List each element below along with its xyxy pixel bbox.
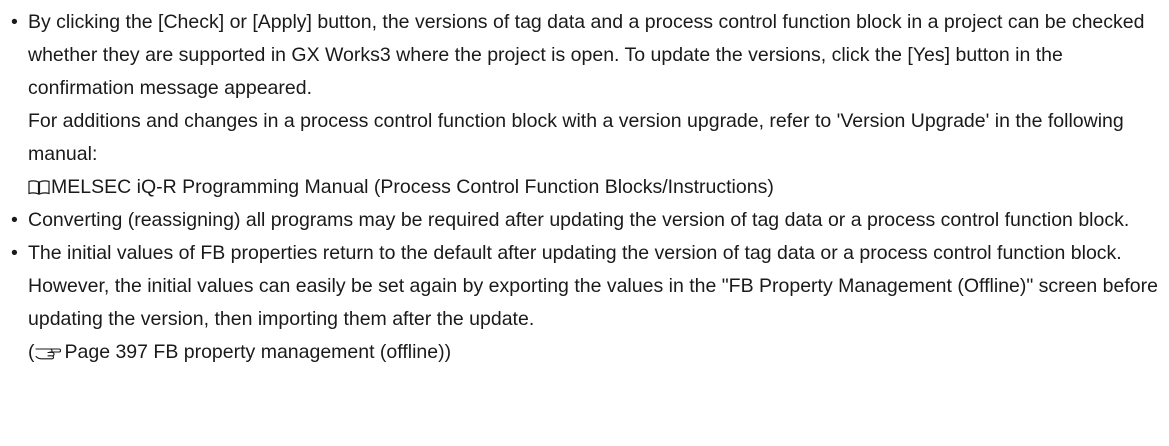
paragraph-initial-values: The initial values of FB properties retu…	[28, 242, 1158, 330]
bullet-marker: •	[11, 11, 18, 33]
paragraph-version-check: By clicking the [Check] or [Apply] butto…	[28, 11, 1145, 99]
paragraph-convert-programs: Converting (reassigning) all programs ma…	[28, 209, 1130, 231]
page-reference-close-paren: )	[444, 341, 452, 363]
bullet-item-version-check: • By clicking the [Check] or [Apply] but…	[11, 6, 1159, 204]
paragraph-version-upgrade-ref: For additions and changes in a process c…	[28, 110, 1124, 165]
document-body: • By clicking the [Check] or [Apply] but…	[0, 0, 1169, 369]
page-reference-text: Page 397 FB property management (offline…	[64, 341, 445, 363]
pointing-hand-icon	[34, 348, 61, 360]
bullet-marker: •	[11, 209, 18, 231]
manual-reference[interactable]: MELSEC iQ-R Programming Manual (Process …	[28, 171, 1159, 204]
bullet-item-convert-programs: • Converting (reassigning) all programs …	[11, 204, 1159, 237]
page-reference[interactable]: ( Page 397 FB property management (offli…	[28, 336, 1159, 369]
manual-reference-text: MELSEC iQ-R Programming Manual (Process …	[51, 176, 774, 198]
bullet-item-initial-values: • The initial values of FB properties re…	[11, 237, 1159, 369]
bullet-marker: •	[11, 242, 18, 264]
manual-book-icon	[28, 180, 50, 195]
